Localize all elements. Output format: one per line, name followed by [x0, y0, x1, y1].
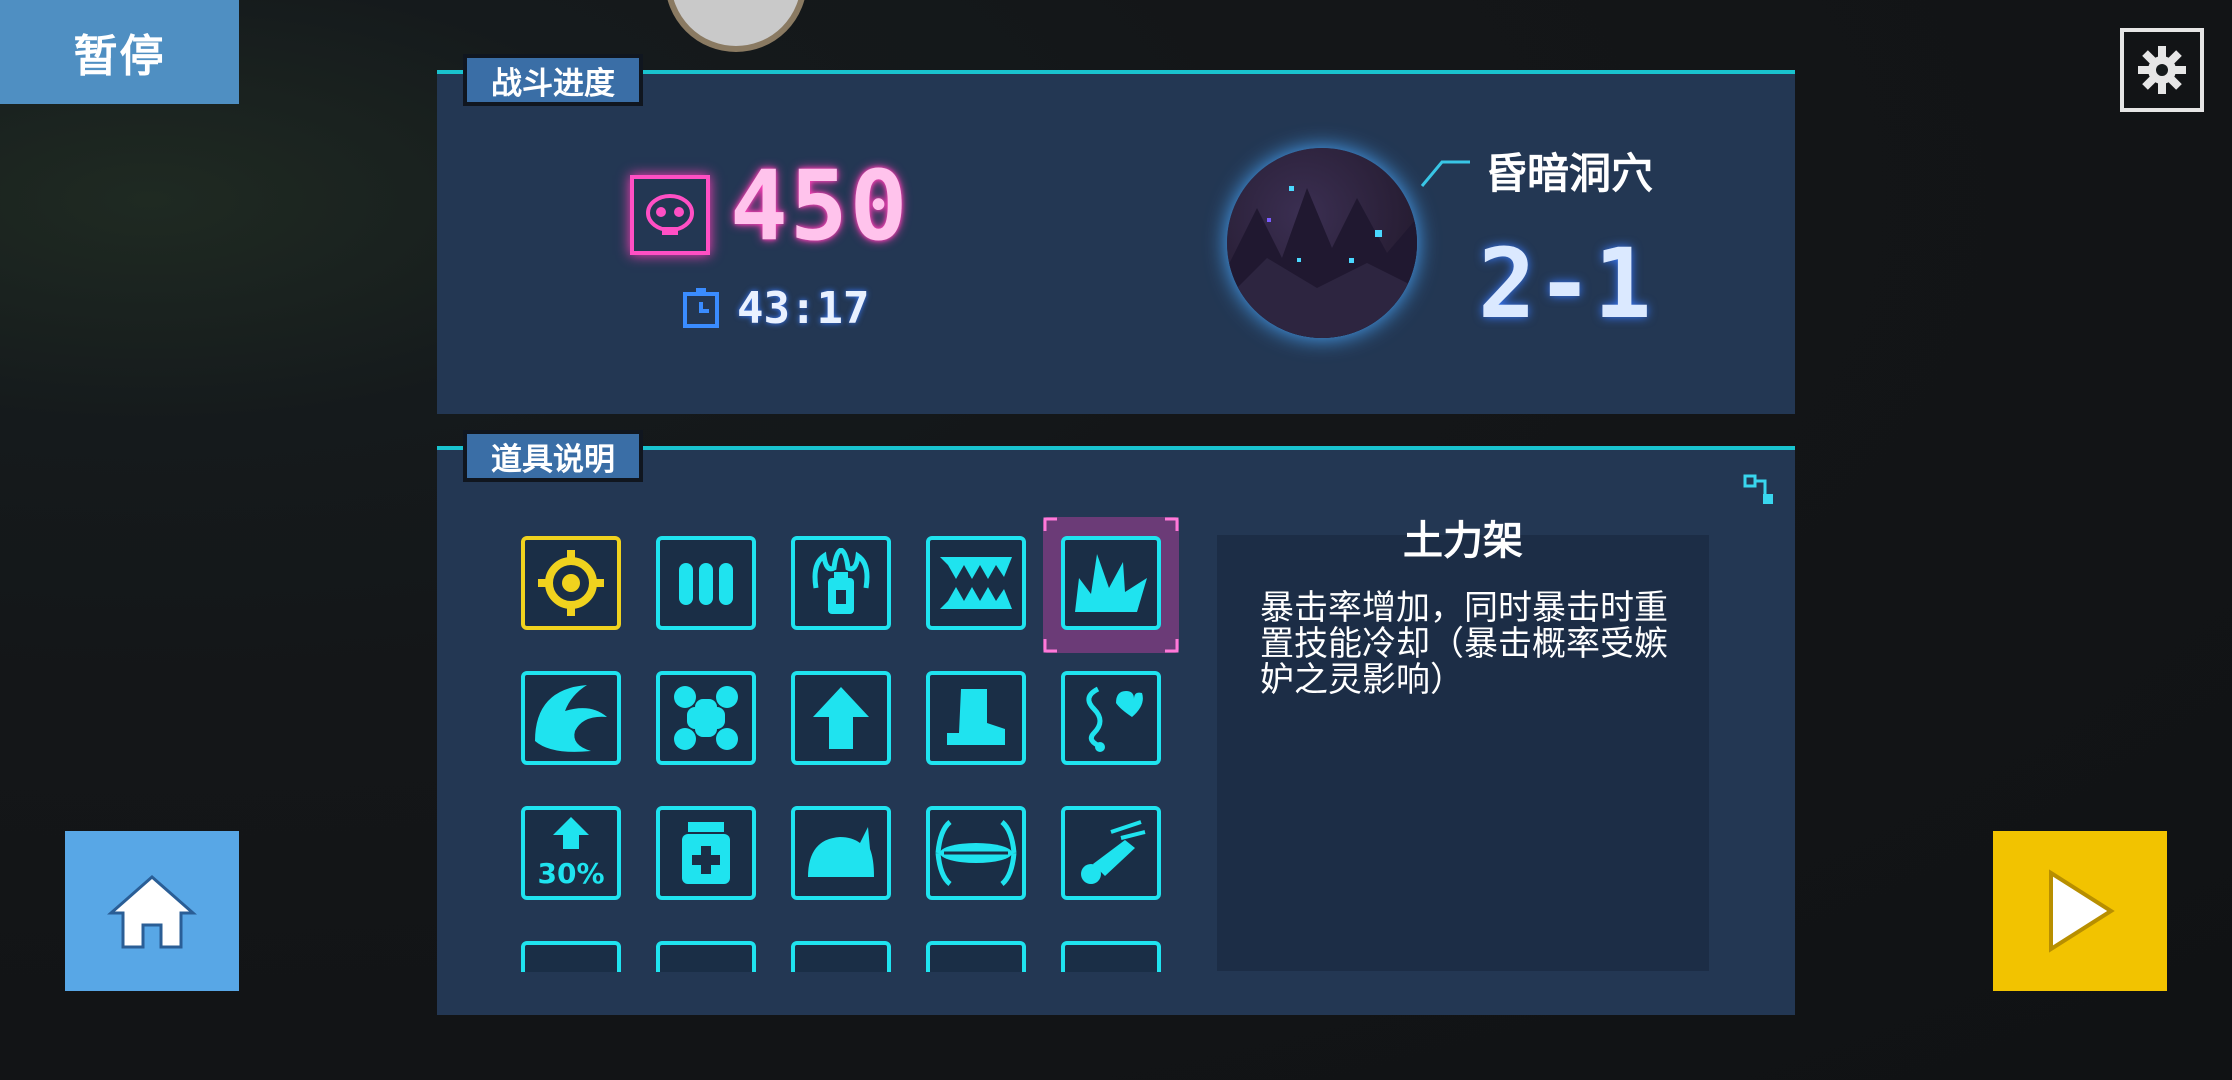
item-slot-selected[interactable] — [1061, 536, 1161, 630]
stage-pointer-line — [1420, 160, 1470, 187]
item-slot[interactable] — [656, 941, 756, 972]
projectile-icon — [1081, 820, 1146, 884]
item-grid: 30% — [512, 515, 1192, 972]
item-slot[interactable] — [926, 536, 1026, 630]
stage-number: 2-1 — [1478, 228, 1652, 340]
stopwatch-icon — [682, 286, 720, 332]
item-slot[interactable] — [926, 806, 1026, 900]
stage-name: 昏暗洞穴 — [1485, 149, 1654, 198]
arrow-up-icon — [813, 687, 869, 749]
skull-kill-icon — [630, 175, 710, 255]
item-slot[interactable] — [521, 941, 621, 972]
item-slot[interactable] — [791, 671, 891, 765]
item-description: 暴击率增加，同时暴击时重置技能冷却（暴击概率受嫉妒之灵影响） — [1260, 588, 1668, 700]
medkit-icon — [682, 822, 730, 884]
item-slot[interactable] — [521, 671, 621, 765]
expand-icon[interactable] — [1743, 474, 1777, 508]
item-slot[interactable] — [656, 536, 756, 630]
gear-icon — [2138, 46, 2186, 94]
crit-burst-icon — [1075, 554, 1147, 612]
wave-icon — [535, 685, 607, 752]
kill-count: 450 — [730, 150, 910, 262]
target-icon — [538, 550, 604, 616]
fangs-icon — [940, 557, 1012, 609]
home-button[interactable] — [65, 831, 239, 991]
flask-icon — [812, 548, 870, 614]
items-tab: 道具说明 — [463, 430, 643, 482]
item-slot[interactable] — [656, 806, 756, 900]
item-slot[interactable] — [1061, 671, 1161, 765]
play-icon — [2049, 869, 2115, 953]
bullets-icon — [679, 563, 733, 605]
avatar — [665, 0, 807, 52]
item-slot[interactable] — [1061, 941, 1161, 972]
item-slot[interactable]: 30% — [521, 806, 621, 900]
item-slot[interactable] — [791, 536, 891, 630]
trap-icon — [935, 820, 1017, 886]
item-slot[interactable] — [656, 671, 756, 765]
item-slot[interactable] — [791, 941, 891, 972]
home-icon — [107, 875, 197, 949]
item-slot[interactable] — [521, 536, 621, 630]
next-button[interactable] — [1993, 831, 2167, 991]
battle-progress-tab: 战斗进度 — [463, 54, 643, 106]
helmet-icon — [808, 827, 874, 877]
item-slot[interactable] — [1061, 806, 1161, 900]
percent-up-icon: 30% — [537, 817, 605, 890]
heart-vine-icon — [1086, 686, 1143, 752]
boot-icon — [947, 689, 1005, 745]
item-name: 土力架 — [1403, 518, 1523, 564]
pause-button[interactable]: 暂停 — [0, 0, 239, 104]
battle-timer: 43:17 — [737, 283, 870, 334]
percent-label: 30% — [537, 857, 604, 890]
item-slot[interactable] — [926, 941, 1026, 972]
item-slot[interactable] — [791, 806, 891, 900]
settings-button[interactable] — [2120, 28, 2204, 112]
item-slot[interactable] — [926, 671, 1026, 765]
stage-planet-image — [1227, 148, 1417, 338]
bone-icon — [674, 686, 738, 750]
